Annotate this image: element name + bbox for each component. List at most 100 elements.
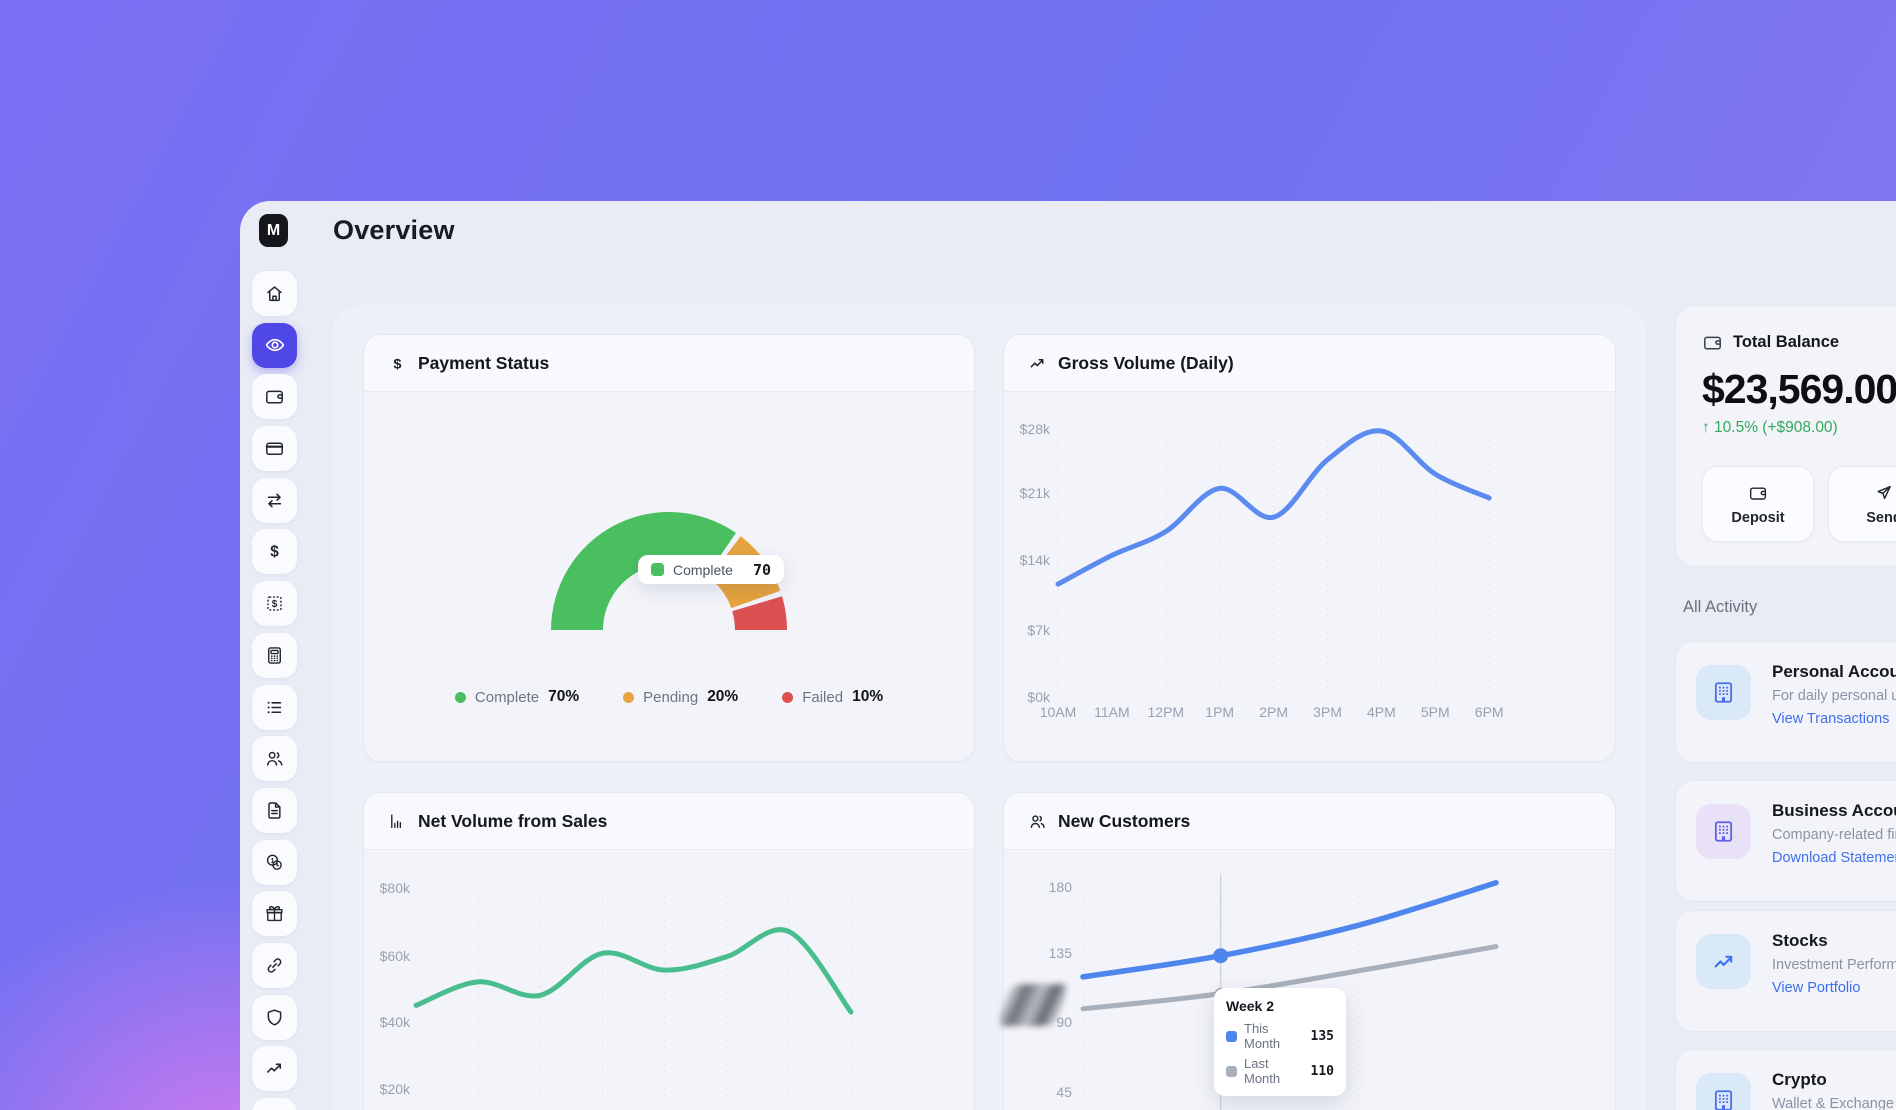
dashboard-panel: $ Payment Status Complete 70 Complete 70… xyxy=(333,305,1646,1110)
sidebar-item-home[interactable] xyxy=(252,271,297,316)
gross-volume-body: $28k$21k$14k$7k$0k 10AM11AM12PM1PM2PM3PM… xyxy=(1004,392,1615,762)
bar-chart-icon xyxy=(388,812,407,831)
deposit-button[interactable]: Deposit xyxy=(1702,466,1814,542)
card-title: Net Volume from Sales xyxy=(418,811,607,832)
tooltip-swatch xyxy=(651,563,664,576)
activity-title: Crypto xyxy=(1772,1070,1894,1090)
sidebar-item-documents[interactable] xyxy=(252,788,297,833)
users-icon xyxy=(1028,812,1047,831)
sidebar-item-coins[interactable]: 1 xyxy=(252,840,297,885)
activity-subtitle: Investment Performance xyxy=(1772,957,1896,973)
week-tooltip: Week 2 This Month 135 Last Month 110 xyxy=(1214,988,1346,1096)
activity-item-personal-account[interactable]: Personal Account For daily personal use … xyxy=(1675,641,1896,763)
building-icon xyxy=(1710,679,1737,706)
svg-text:$: $ xyxy=(272,599,278,610)
sidebar-item-overview[interactable] xyxy=(252,323,297,368)
line-series-this-month xyxy=(1083,883,1496,977)
sidebar-item-lists[interactable] xyxy=(252,685,297,730)
document-icon xyxy=(264,800,285,821)
view-transactions-link[interactable]: View Transactions xyxy=(1772,711,1896,727)
activity-item-stocks[interactable]: Stocks Investment Performance View Portf… xyxy=(1675,910,1896,1032)
download-statements-link[interactable]: Download Statements xyxy=(1772,850,1896,866)
new-customers-header: New Customers xyxy=(1004,793,1615,850)
legend-item-failed: Failed 10% xyxy=(782,688,883,706)
all-activity-heading: All Activity xyxy=(1683,598,1757,617)
dollar-icon: $ xyxy=(388,354,407,373)
tooltip-row-this-month: This Month 135 xyxy=(1226,1021,1334,1051)
activity-title: Stocks xyxy=(1772,931,1896,951)
total-balance-label: Total Balance xyxy=(1733,333,1839,352)
view-portfolio-link[interactable]: View Portfolio xyxy=(1772,980,1896,996)
tooltip-label: Complete xyxy=(673,562,733,578)
trend-up-icon xyxy=(1711,949,1737,975)
send-button[interactable]: Send xyxy=(1828,466,1896,542)
activity-item-business-account[interactable]: Business Account Company-related finance… xyxy=(1675,780,1896,902)
legend-value: 10% xyxy=(852,688,883,706)
net-volume-line-chart[interactable] xyxy=(364,850,975,1110)
activity-subtitle: Wallet & Exchange xyxy=(1772,1096,1894,1110)
sidebar-item-security[interactable] xyxy=(252,995,297,1040)
net-volume-body: $80k$60k$40k$20k xyxy=(364,850,974,1110)
activity-title: Business Account xyxy=(1772,801,1896,821)
activity-subtitle: Company-related finances xyxy=(1772,827,1896,843)
tooltip-title: Week 2 xyxy=(1226,998,1334,1014)
users-icon xyxy=(264,748,285,769)
sidebar-item-calculator[interactable] xyxy=(252,633,297,678)
total-balance-delta: ↑ 10.5% (+$908.00) xyxy=(1702,419,1896,437)
activity-text: Personal Account For daily personal use … xyxy=(1772,662,1896,742)
trend-up-icon xyxy=(1028,354,1047,373)
card-title: Payment Status xyxy=(418,353,549,374)
tooltip-row-last-month: Last Month 110 xyxy=(1226,1056,1334,1086)
page-title: Overview xyxy=(333,215,455,246)
shield-icon xyxy=(264,1007,285,1028)
sidebar-item-card[interactable] xyxy=(252,426,297,471)
new-customers-card: New Customers 1801359045 Week 2 This Mon… xyxy=(1003,792,1616,1110)
sidebar-item-invoices[interactable]: $ xyxy=(252,581,297,626)
legend-label: Pending xyxy=(643,689,698,706)
sidebar-item-transfers[interactable] xyxy=(252,478,297,523)
app-logo[interactable]: M xyxy=(259,214,288,247)
send-label: Send xyxy=(1866,510,1896,526)
building-icon xyxy=(1710,1087,1737,1110)
icon-tile xyxy=(1696,1073,1751,1110)
tooltip-value: 135 xyxy=(1311,1029,1334,1044)
activity-text: Business Account Company-related finance… xyxy=(1772,801,1896,881)
new-customers-body: 1801359045 Week 2 This Month 135 Last Mo… xyxy=(1004,850,1615,1110)
sidebar: $ $ 1 xyxy=(252,271,297,1110)
list-icon xyxy=(264,697,285,718)
sidebar-item-wallet[interactable] xyxy=(252,374,297,419)
app-logo-letter: M xyxy=(267,222,280,240)
sidebar-item-payments[interactable]: $ xyxy=(252,529,297,574)
line-series-net-volume xyxy=(416,930,851,1012)
building-icon xyxy=(1710,818,1737,845)
eye-icon xyxy=(264,334,286,356)
cursor-motion-blur xyxy=(997,984,1069,1026)
legend-value: 20% xyxy=(707,688,738,706)
total-balance-card: Total Balance $23,569.00 ↑ 10.5% (+$908.… xyxy=(1675,305,1896,567)
sidebar-item-devices[interactable] xyxy=(252,1098,297,1110)
card-title: Gross Volume (Daily) xyxy=(1058,353,1234,374)
tooltip-swatch xyxy=(1226,1031,1237,1042)
receipt-dollar-icon: $ xyxy=(264,593,285,614)
sidebar-item-rewards[interactable] xyxy=(252,891,297,936)
icon-tile xyxy=(1696,665,1751,720)
activity-item-crypto[interactable]: Crypto Wallet & Exchange xyxy=(1675,1049,1896,1110)
sidebar-item-customers[interactable] xyxy=(252,736,297,781)
deposit-label: Deposit xyxy=(1731,510,1784,526)
sidebar-item-links[interactable] xyxy=(252,943,297,988)
activity-text: Stocks Investment Performance View Portf… xyxy=(1772,931,1896,1011)
payment-status-header: $ Payment Status xyxy=(364,335,974,392)
net-volume-card: Net Volume from Sales $80k$60k$40k$20k xyxy=(363,792,975,1110)
gross-volume-line-chart[interactable] xyxy=(1004,392,1616,762)
tooltip-value: 70 xyxy=(753,561,771,579)
gift-icon xyxy=(264,903,285,924)
app-window: M Overview $ $ xyxy=(240,201,1896,1110)
total-balance-head: Total Balance xyxy=(1702,332,1896,353)
sidebar-item-trends[interactable] xyxy=(252,1046,297,1091)
dollar-icon: $ xyxy=(264,541,285,562)
legend-item-complete: Complete 70% xyxy=(455,688,579,706)
activity-subtitle: For daily personal use xyxy=(1772,688,1896,704)
tooltip-swatch xyxy=(1226,1066,1237,1077)
desktop-background: { "app": { "logo_letter": "M", "title": … xyxy=(0,0,1896,1110)
link-icon xyxy=(264,955,285,976)
